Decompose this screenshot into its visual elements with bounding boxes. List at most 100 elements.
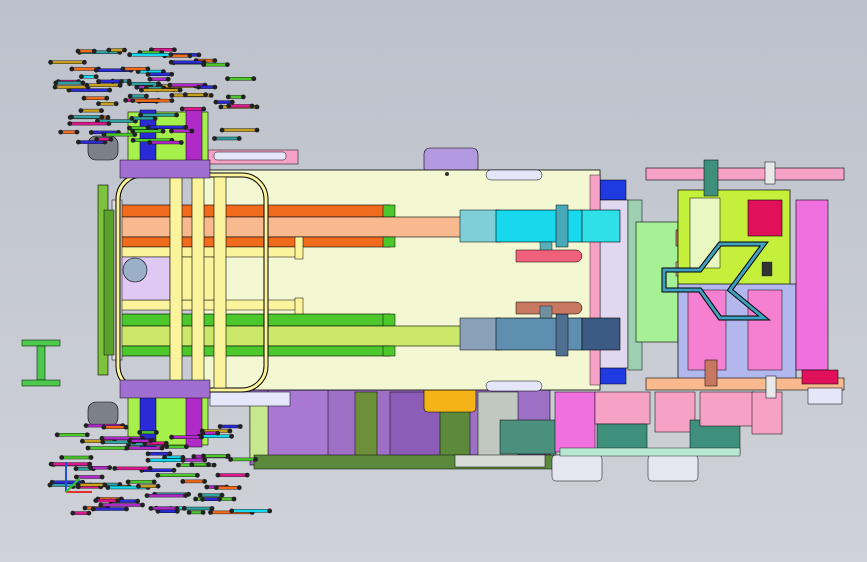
- roller-pin: [159, 445, 165, 451]
- roller-pin: [253, 457, 258, 462]
- cad-viewport[interactable]: [0, 0, 867, 562]
- roller: [78, 140, 106, 144]
- roller-pin: [169, 128, 174, 134]
- roller-pin: [212, 84, 218, 90]
- roller: [198, 85, 216, 89]
- roller: [170, 60, 205, 64]
- rear-gripper-mechanism[interactable]: [635, 159, 845, 405]
- roller: [166, 445, 187, 449]
- roller-pin: [219, 492, 225, 498]
- roller-pin: [101, 424, 107, 430]
- roller-pin: [93, 74, 99, 80]
- roller: [150, 506, 178, 511]
- roller: [132, 129, 164, 133]
- roller-pin: [180, 457, 186, 463]
- roller-pin: [189, 128, 195, 134]
- roller-pin: [130, 98, 136, 103]
- roller: [147, 452, 171, 456]
- roller-pin: [165, 76, 171, 82]
- roller-pin: [58, 129, 64, 135]
- roller-pin: [168, 52, 174, 58]
- detached-i-beam-part[interactable]: [21, 339, 61, 387]
- roller-pin: [215, 430, 221, 436]
- roller: [77, 49, 95, 53]
- roller-pin: [86, 510, 92, 516]
- roller-pin: [151, 479, 157, 485]
- roller-pin: [123, 97, 129, 103]
- roller: [71, 115, 103, 119]
- top-slot: [485, 169, 543, 181]
- roller-pin: [227, 428, 233, 434]
- roller-pin: [267, 508, 273, 514]
- roller-pin: [84, 82, 90, 88]
- roller-pin: [254, 127, 260, 133]
- roller-pin: [49, 479, 55, 485]
- roller-pin: [168, 59, 174, 65]
- roller-pin: [91, 48, 97, 54]
- roller-pin: [147, 466, 153, 471]
- roller-pin: [147, 76, 153, 82]
- roller: [146, 493, 186, 498]
- roller-pin: [201, 453, 206, 459]
- roller-pin: [70, 510, 76, 516]
- roller-pin: [54, 432, 60, 438]
- roller-pin: [127, 81, 132, 87]
- roller: [61, 455, 92, 460]
- roller: [122, 67, 149, 71]
- roller-pin: [108, 136, 114, 142]
- roller: [114, 466, 151, 471]
- roller-pin: [231, 496, 237, 502]
- roller-pin: [93, 498, 99, 503]
- roller: [181, 107, 204, 111]
- roller-pin: [127, 438, 132, 444]
- roller: [76, 475, 103, 479]
- roller-pin: [200, 510, 206, 515]
- roller-pin: [93, 67, 99, 73]
- roller-pin: [218, 104, 224, 110]
- roller-pin: [88, 455, 94, 460]
- roller-pin: [74, 129, 80, 135]
- roller: [139, 430, 157, 435]
- roller: [86, 83, 121, 88]
- roller: [72, 511, 90, 515]
- roller-pin: [189, 462, 195, 467]
- roller-pin: [171, 467, 177, 473]
- roller-pin: [251, 76, 257, 82]
- roller-pin: [83, 423, 89, 428]
- robot-top-view-model[interactable]: [0, 0, 867, 562]
- roller-pin: [73, 466, 79, 472]
- roller: [125, 446, 163, 450]
- roller-pin: [169, 434, 175, 440]
- roller: [90, 466, 110, 470]
- roller-pin: [229, 433, 235, 439]
- roller-pin: [208, 510, 213, 515]
- roller: [182, 479, 205, 484]
- roller: [199, 434, 232, 438]
- roller: [127, 480, 155, 484]
- roller-pin: [206, 462, 211, 467]
- roller: [184, 92, 206, 97]
- roller: [149, 77, 169, 81]
- roller-pin: [115, 498, 121, 503]
- roller-pin: [155, 472, 161, 478]
- roller: [219, 424, 241, 429]
- roller-pin: [102, 482, 108, 488]
- roller-pin: [226, 103, 232, 109]
- top-mecanum-wheel[interactable]: [48, 47, 260, 145]
- roller-pin: [106, 47, 112, 53]
- roller-pin: [88, 130, 94, 135]
- roller-pin: [196, 52, 202, 58]
- roller-pin: [236, 136, 242, 141]
- roller-pin: [204, 484, 210, 490]
- bottom-slot: [485, 380, 543, 392]
- roller-pin: [96, 79, 101, 84]
- roller-pin: [98, 502, 104, 508]
- roller-pin: [82, 505, 88, 511]
- lower-frame-assembly[interactable]: [249, 384, 783, 482]
- roller-pin: [75, 48, 81, 54]
- chassis-side-pillars[interactable]: [589, 174, 643, 386]
- roller: [141, 88, 181, 92]
- roller-pin: [145, 124, 151, 130]
- roller-pin: [178, 140, 184, 145]
- roller: [54, 85, 89, 89]
